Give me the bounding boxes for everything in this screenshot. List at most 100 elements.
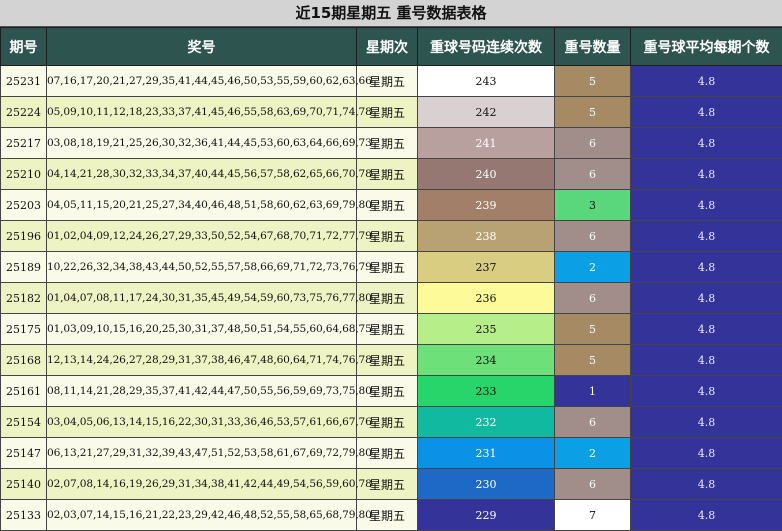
average-cell: 4.8	[631, 376, 782, 407]
repeat-count-cell: 6	[555, 283, 631, 314]
numbers-cell: 03,08,18,19,21,25,26,30,32,36,41,44,45,5…	[47, 128, 357, 159]
streak-cell: 239	[418, 190, 555, 221]
table-row: 2516108,11,14,21,28,29,35,37,41,42,44,47…	[1, 376, 782, 407]
table-row: 2518201,04,07,08,11,17,24,30,31,35,45,49…	[1, 283, 782, 314]
issue-cell: 25224	[1, 97, 47, 128]
repeat-count-cell: 2	[555, 438, 631, 469]
table-row: 2520304,05,11,15,20,21,25,27,34,40,46,48…	[1, 190, 782, 221]
streak-cell: 233	[418, 376, 555, 407]
table-row: 2514706,13,21,27,29,31,32,39,43,47,51,52…	[1, 438, 782, 469]
table-row: 2518910,22,26,32,34,38,43,44,50,52,55,57…	[1, 252, 782, 283]
numbers-cell: 05,09,10,11,12,18,23,33,37,41,45,46,55,5…	[47, 97, 357, 128]
header-numbers: 奖号	[47, 28, 357, 66]
issue-cell: 25140	[1, 469, 47, 500]
issue-cell: 25231	[1, 66, 47, 97]
streak-cell: 229	[418, 500, 555, 531]
repeat-count-cell: 5	[555, 314, 631, 345]
repeat-count-cell: 6	[555, 159, 631, 190]
table-row: 2514002,07,08,14,16,19,26,29,31,34,38,41…	[1, 469, 782, 500]
table-row: 2517501,03,09,10,15,16,20,25,30,31,37,48…	[1, 314, 782, 345]
table-row: 2513302,03,07,14,15,16,21,22,23,29,42,46…	[1, 500, 782, 531]
numbers-cell: 04,05,11,15,20,21,25,27,34,40,46,48,51,5…	[47, 190, 357, 221]
streak-cell: 243	[418, 66, 555, 97]
issue-cell: 25189	[1, 252, 47, 283]
numbers-cell: 02,03,07,14,15,16,21,22,23,29,42,46,48,5…	[47, 500, 357, 531]
issue-cell: 25168	[1, 345, 47, 376]
issue-cell: 25175	[1, 314, 47, 345]
repeat-count-cell: 7	[555, 500, 631, 531]
issue-cell: 25210	[1, 159, 47, 190]
streak-cell: 240	[418, 159, 555, 190]
header-repeat-count: 重号数量	[555, 28, 631, 66]
issue-cell: 25196	[1, 221, 47, 252]
table-title: 近15期星期五 重号数据表格	[0, 0, 782, 27]
numbers-cell: 01,04,07,08,11,17,24,30,31,35,45,49,54,5…	[47, 283, 357, 314]
repeat-count-cell: 6	[555, 407, 631, 438]
issue-cell: 25133	[1, 500, 47, 531]
numbers-cell: 08,11,14,21,28,29,35,37,41,42,44,47,50,5…	[47, 376, 357, 407]
numbers-cell: 01,02,04,09,12,24,26,27,29,33,50,52,54,6…	[47, 221, 357, 252]
numbers-cell: 04,14,21,28,30,32,33,34,37,40,44,45,56,5…	[47, 159, 357, 190]
table-header-row: 期号 奖号 星期次 重球号码连续次数 重号数量 重号球平均每期个数	[1, 28, 782, 66]
streak-cell: 237	[418, 252, 555, 283]
streak-cell: 231	[418, 438, 555, 469]
repeat-number-table: 期号 奖号 星期次 重球号码连续次数 重号数量 重号球平均每期个数 252310…	[0, 27, 782, 531]
average-cell: 4.8	[631, 469, 782, 500]
table-row: 2516812,13,14,24,26,27,28,29,31,37,38,46…	[1, 345, 782, 376]
repeat-count-cell: 6	[555, 469, 631, 500]
issue-cell: 25154	[1, 407, 47, 438]
streak-cell: 242	[418, 97, 555, 128]
repeat-count-cell: 6	[555, 221, 631, 252]
streak-cell: 230	[418, 469, 555, 500]
header-streak: 重球号码连续次数	[418, 28, 555, 66]
table-row: 2519601,02,04,09,12,24,26,27,29,33,50,52…	[1, 221, 782, 252]
average-cell: 4.8	[631, 500, 782, 531]
average-cell: 4.8	[631, 407, 782, 438]
average-cell: 4.8	[631, 128, 782, 159]
header-issue: 期号	[1, 28, 47, 66]
table-row: 2523107,16,17,20,21,27,29,35,41,44,45,46…	[1, 66, 782, 97]
repeat-number-table-page: 近15期星期五 重号数据表格 期号 奖号 星期次 重球号码连续次数 重号数量 重…	[0, 0, 782, 529]
average-cell: 4.8	[631, 252, 782, 283]
numbers-cell: 01,03,09,10,15,16,20,25,30,31,37,48,50,5…	[47, 314, 357, 345]
average-cell: 4.8	[631, 66, 782, 97]
issue-cell: 25217	[1, 128, 47, 159]
numbers-cell: 10,22,26,32,34,38,43,44,50,52,55,57,58,6…	[47, 252, 357, 283]
table-row: 2521004,14,21,28,30,32,33,34,37,40,44,45…	[1, 159, 782, 190]
average-cell: 4.8	[631, 190, 782, 221]
streak-cell: 241	[418, 128, 555, 159]
numbers-cell: 06,13,21,27,29,31,32,39,43,47,51,52,53,5…	[47, 438, 357, 469]
repeat-count-cell: 5	[555, 66, 631, 97]
numbers-cell: 12,13,14,24,26,27,28,29,31,37,38,46,47,4…	[47, 345, 357, 376]
streak-cell: 238	[418, 221, 555, 252]
streak-cell: 236	[418, 283, 555, 314]
issue-cell: 25147	[1, 438, 47, 469]
issue-cell: 25182	[1, 283, 47, 314]
average-cell: 4.8	[631, 283, 782, 314]
repeat-count-cell: 2	[555, 252, 631, 283]
streak-cell: 234	[418, 345, 555, 376]
numbers-cell: 03,04,05,06,13,14,15,16,22,30,31,33,36,4…	[47, 407, 357, 438]
header-weekday: 星期次	[357, 28, 418, 66]
table-row: 2515403,04,05,06,13,14,15,16,22,30,31,33…	[1, 407, 782, 438]
repeat-count-cell: 6	[555, 128, 631, 159]
numbers-cell: 02,07,08,14,16,19,26,29,31,34,38,41,42,4…	[47, 469, 357, 500]
table-row: 2522405,09,10,11,12,18,23,33,37,41,45,46…	[1, 97, 782, 128]
repeat-count-cell: 5	[555, 345, 631, 376]
repeat-count-cell: 3	[555, 190, 631, 221]
header-average: 重号球平均每期个数	[631, 28, 782, 66]
average-cell: 4.8	[631, 438, 782, 469]
average-cell: 4.8	[631, 97, 782, 128]
repeat-count-cell: 1	[555, 376, 631, 407]
average-cell: 4.8	[631, 159, 782, 190]
issue-cell: 25203	[1, 190, 47, 221]
streak-cell: 235	[418, 314, 555, 345]
repeat-count-cell: 5	[555, 97, 631, 128]
average-cell: 4.8	[631, 345, 782, 376]
table-body: 2523107,16,17,20,21,27,29,35,41,44,45,46…	[1, 66, 782, 531]
table-row: 2521703,08,18,19,21,25,26,30,32,36,41,44…	[1, 128, 782, 159]
streak-cell: 232	[418, 407, 555, 438]
average-cell: 4.8	[631, 314, 782, 345]
issue-cell: 25161	[1, 376, 47, 407]
average-cell: 4.8	[631, 221, 782, 252]
